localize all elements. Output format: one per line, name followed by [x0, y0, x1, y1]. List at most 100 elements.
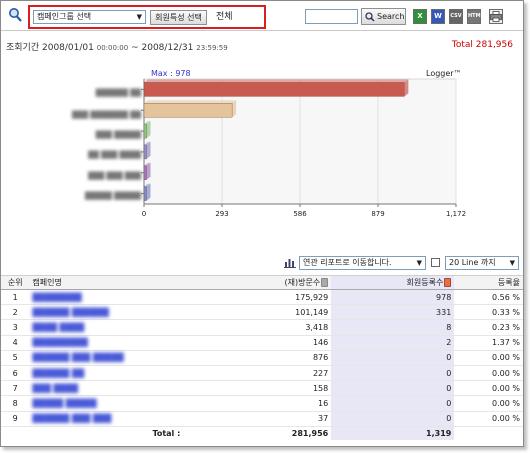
line-limit-select-value: 20 Line 까지 [449, 258, 496, 267]
campaign-name-cell[interactable]: ███ ████ [29, 380, 184, 397]
x-tick-label: 1,172 [445, 210, 467, 218]
search-button[interactable]: Search [361, 8, 406, 25]
member-attribute-button[interactable]: 회원특성 선택 [150, 10, 207, 25]
table-body: 1 ████████ 175,929 978 0.56 % 2 ██████ ██████ 1… [1, 289, 523, 427]
campaign-name-cell[interactable]: ██████ ██ [29, 365, 184, 382]
bar-side [404, 79, 409, 97]
table-row[interactable]: 6 ██████ ██ 227 0 0.00 % [1, 365, 523, 382]
bar-side [146, 162, 151, 180]
line-limit-checkbox[interactable] [431, 258, 440, 267]
bar [143, 165, 147, 180]
registrations-cell: 0 [331, 365, 455, 382]
period-end-date: 2008/12/31 [141, 43, 194, 53]
registrations-cell: 0 [331, 350, 455, 366]
total-visits: 281,956 [183, 425, 332, 441]
table-row[interactable]: 8 █████ █████ 16 0 0.00 % [1, 395, 523, 412]
rank-cell: 1 [1, 289, 30, 306]
campaign-name-link[interactable]: ████ ████ [32, 323, 84, 332]
total-rank-cell [1, 425, 30, 441]
bar [143, 82, 405, 97]
header-registrations[interactable]: 회원등록수 [331, 275, 455, 290]
header-registrations-label: 회원등록수 [406, 278, 444, 287]
print-icon[interactable] [489, 9, 503, 24]
table-row[interactable]: 3 ████ ████ 3,418 8 0.23 % [1, 319, 523, 336]
bar-side [232, 100, 237, 118]
campaign-name-link[interactable]: ███ ████ [32, 384, 78, 393]
campaign-name-cell[interactable]: ██████ ██████ [29, 304, 184, 321]
rate-cell: 0.23 % [454, 319, 523, 336]
rank-cell: 4 [1, 335, 30, 351]
chevron-down-icon: ▼ [509, 259, 515, 267]
line-limit-select[interactable]: 20 Line 까지 ▼ [445, 256, 519, 270]
visits-cell: 3,418 [183, 319, 332, 336]
sort-active-icon[interactable] [444, 278, 452, 287]
chart-max-label: Max : 978 [151, 69, 191, 78]
campaign-table: 순위 캠페인명 (재)방문수 회원등록수 등록율 1 ████████ 175,92… [1, 275, 523, 441]
total-registrations: 1,319 [331, 425, 455, 441]
campaign-name-link[interactable]: ████████ [32, 293, 81, 302]
campaign-name-link[interactable]: ██████ ███ ███ [32, 414, 111, 423]
csv-icon[interactable]: CSV [449, 9, 463, 24]
visits-cell: 37 [183, 411, 332, 427]
word-icon[interactable]: W [431, 9, 445, 24]
rank-cell: 9 [1, 411, 30, 427]
bar-side [146, 183, 151, 201]
visits-cell: 146 [183, 335, 332, 351]
x-tick-label: 586 [293, 210, 307, 218]
campaign-name-link[interactable]: ██████ ██████ [32, 308, 108, 317]
toolbar: 캠페인그룹 선택 ▼ 회원특성 선택 전체 Search X W CSV HTM… [1, 1, 523, 31]
campaign-name-link[interactable]: ██████ ███ █████ [32, 353, 123, 362]
x-tick-label: 879 [371, 210, 385, 218]
campaign-name-link[interactable]: █████████ [32, 338, 87, 347]
campaign-name-link[interactable]: ██████ ██ [32, 369, 84, 378]
rate-cell: 0.00 % [454, 380, 523, 397]
campaign-name-cell[interactable]: ████ ████ [29, 319, 184, 336]
campaign-name-cell[interactable]: █████ █████ [29, 395, 184, 412]
bar [143, 186, 147, 201]
campaign-name-cell[interactable]: █████████ [29, 335, 184, 351]
chart-report-icon [284, 259, 296, 268]
member-attribute-value: 전체 [216, 12, 233, 22]
related-report-select[interactable]: 연관 리포트로 이동합니다. ▼ [299, 256, 426, 270]
campaign-name-cell[interactable]: ████████ [29, 289, 184, 306]
search-input[interactable] [305, 9, 358, 24]
filter-selector-group: 캠페인그룹 선택 ▼ 회원특성 선택 전체 [28, 5, 266, 29]
table-row[interactable]: 4 █████████ 146 2 1.37 % [1, 335, 523, 351]
excel-icon[interactable]: X [413, 9, 427, 24]
registrations-cell: 0 [331, 395, 455, 412]
campaign-group-select[interactable]: 캠페인그룹 선택 ▼ [33, 10, 146, 24]
total-label: Total : [29, 425, 184, 441]
rank-cell: 8 [1, 395, 30, 412]
campaign-name-link[interactable]: █████ █████ [32, 399, 96, 408]
registrations-cell: 2 [331, 335, 455, 351]
rate-cell: 0.00 % [454, 350, 523, 366]
rank-cell: 2 [1, 304, 30, 321]
search-button-label: Search [377, 12, 405, 21]
table-header-row: 순위 캠페인명 (재)방문수 회원등록수 등록율 [1, 275, 523, 290]
related-report-select-value: 연관 리포트로 이동합니다. [303, 258, 392, 267]
period-start-date: 2008/01/01 [42, 43, 94, 53]
chart-category-label: ██ ███ ████ [88, 151, 141, 159]
registrations-cell: 978 [331, 289, 455, 306]
sort-icon[interactable] [321, 278, 329, 287]
table-row[interactable]: 7 ███ ████ 158 0 0.00 % [1, 380, 523, 397]
rate-cell: 0.00 % [454, 411, 523, 427]
table-row[interactable]: 1 ████████ 175,929 978 0.56 % [1, 289, 523, 306]
table-controls: 연관 리포트로 이동합니다. ▼ 20 Line 까지 ▼ [1, 253, 523, 273]
chevron-down-icon: ▼ [136, 13, 142, 21]
bar [143, 103, 233, 118]
bar [143, 123, 147, 139]
campaign-name-cell[interactable]: ██████ ███ ███ [29, 411, 184, 427]
table-row[interactable]: 5 ██████ ███ █████ 876 0 0.00 % [1, 350, 523, 366]
rate-cell: 1.37 % [454, 335, 523, 351]
table-row[interactable]: 2 ██████ ██████ 101,149 331 0.33 % [1, 304, 523, 321]
table-row[interactable]: 9 ██████ ███ ███ 37 0 0.00 % [1, 411, 523, 427]
rank-cell: 7 [1, 380, 30, 397]
visits-cell: 227 [183, 365, 332, 382]
campaign-name-cell[interactable]: ██████ ███ █████ [29, 350, 184, 366]
html-icon[interactable]: HTML [467, 9, 484, 24]
period-label: 조회기간 [6, 43, 40, 53]
header-visits[interactable]: (재)방문수 [183, 275, 332, 290]
period-start-time: 00:00:00 [96, 44, 129, 52]
visits-cell: 16 [183, 395, 332, 412]
